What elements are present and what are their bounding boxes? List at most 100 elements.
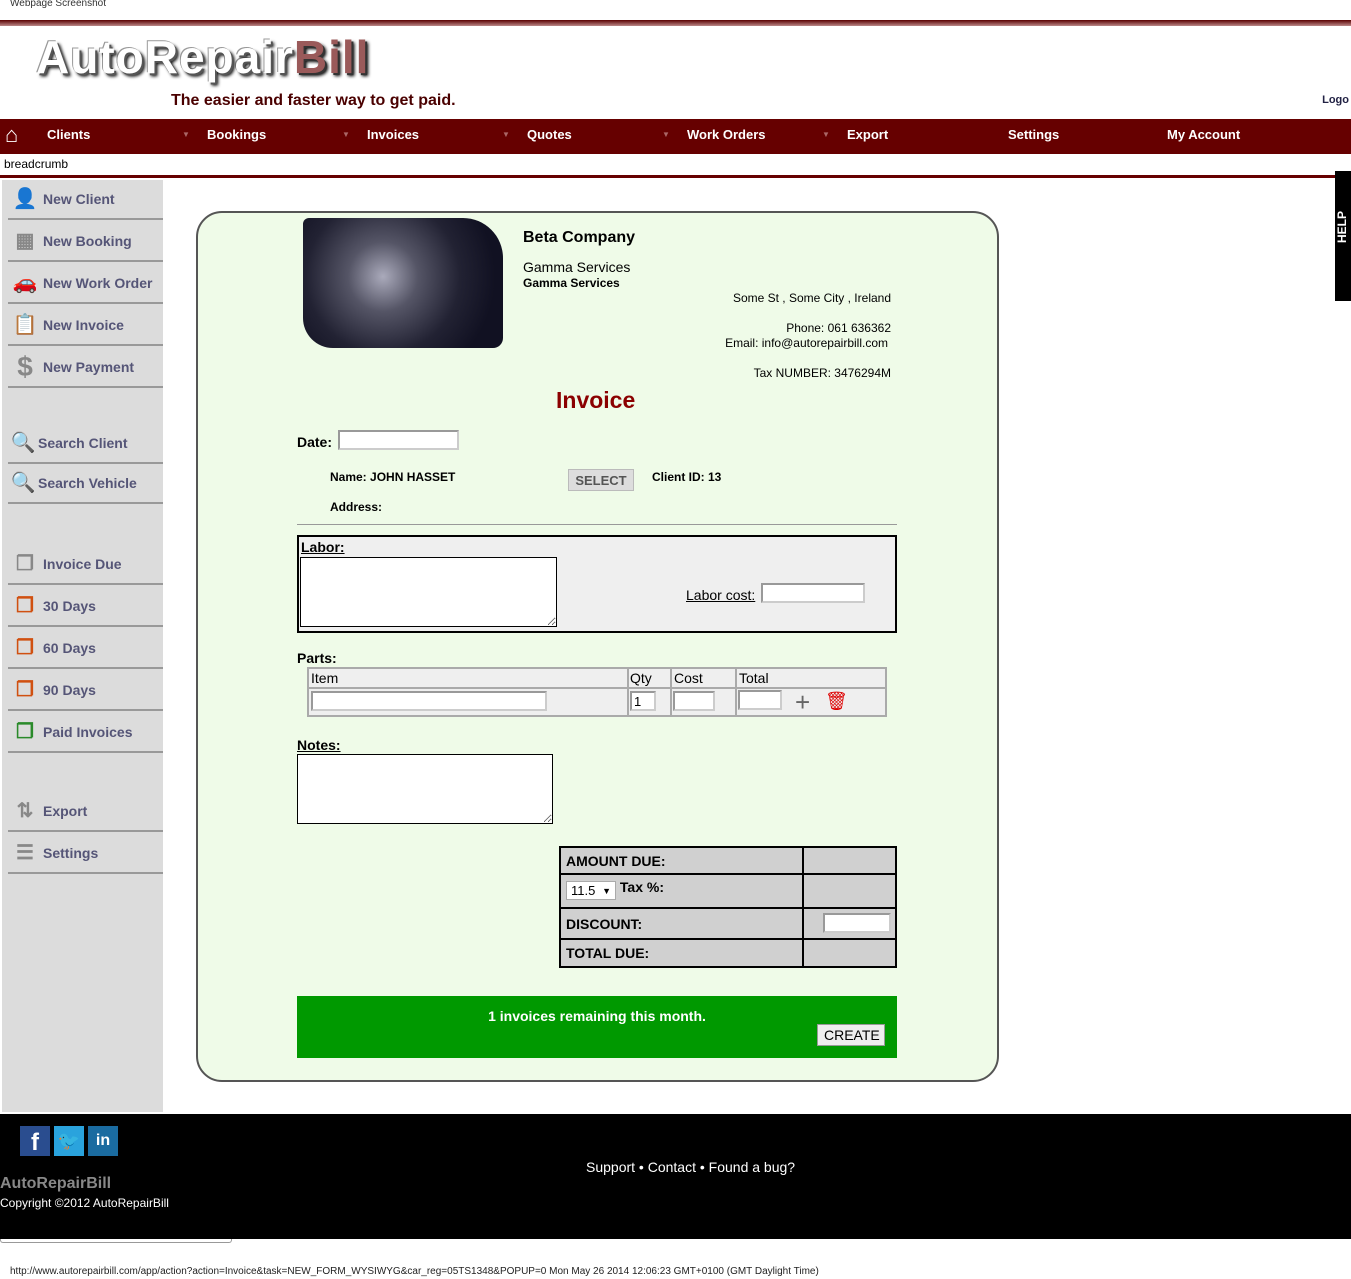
company-name: Beta Company [523,229,636,246]
col-header-total: Total [735,667,887,689]
trash-icon[interactable]: 🗑 [825,691,848,712]
date-input[interactable] [338,430,459,450]
sidebar-item-search-client[interactable]: 🔍 Search Client [8,424,163,464]
divider [0,175,1351,178]
nav-quotes[interactable]: Quotes [527,119,572,154]
sidebar-item-search-vehicle[interactable]: 🔍 Search Vehicle [8,464,163,504]
tax-select[interactable]: 11.5 ▼ [566,881,616,900]
sidebar-item-new-client[interactable]: 👤 New Client [8,180,163,220]
create-banner [297,996,897,1058]
bug-link[interactable]: Found a bug? [709,1159,795,1175]
sidebar: 👤 New Client ▦ New Booking 🚗 New Work Order… [2,180,163,1112]
parts-table: Item Qty Cost Total + 🗑 [307,667,887,717]
tax-select-value: 11.5 [571,883,596,898]
total-due-label: TOTAL DUE: [559,938,804,968]
sidebar-item-new-invoice[interactable]: 📋 New Invoice [8,306,163,346]
col-header-cost: Cost [670,667,737,689]
dropdown-arrow-icon[interactable]: ▼ [502,119,510,154]
part-item-input[interactable] [311,691,547,711]
select-client-button[interactable]: SELECT [568,469,634,491]
notes-textarea[interactable] [297,754,553,824]
table-row: + 🗑 [307,687,887,718]
labor-cost-input[interactable] [761,583,865,603]
status-url: http://www.autorepairbill.com/app/action… [10,1266,819,1277]
search-icon: 🔍 [10,472,36,494]
sidebar-item-30-days[interactable]: ❐ 30 Days [8,587,163,627]
company-email: Email: info@autorepairbill.com [725,336,888,350]
add-row-icon[interactable]: + [795,687,810,718]
divider [297,524,897,525]
amount-due-label: AMOUNT DUE: [559,846,804,875]
sidebar-item-90-days[interactable]: ❐ 90 Days [8,671,163,711]
sidebar-item-label: Paid Invoices [43,724,133,740]
sidebar-item-new-work-order[interactable]: 🚗 New Work Order [8,264,163,304]
logo-link[interactable]: Logo [1322,94,1349,106]
nav-invoices[interactable]: Invoices [367,119,419,154]
document-green-icon: ❐ [16,721,34,743]
sidebar-item-export[interactable]: ⇅ Export [8,792,163,832]
support-link[interactable]: Support [586,1159,635,1175]
part-qty-input[interactable] [630,691,656,711]
breadcrumb: breadcrumb [4,157,69,171]
contact-link[interactable]: Contact [648,1159,696,1175]
sidebar-item-label: Search Vehicle [38,475,137,491]
nav-settings[interactable]: Settings [1008,119,1059,154]
footer-brand: AutoRepairBill [0,1175,112,1192]
user-add-icon: 👤 [12,188,38,210]
nav-clients[interactable]: Clients [47,119,90,154]
capture-label: Webpage Screenshot [10,0,106,9]
company-line1: Gamma Services [523,259,631,275]
sidebar-item-new-payment[interactable]: $ New Payment [8,348,163,388]
scrollbar[interactable] [0,1239,232,1243]
client-id: Client ID: 13 [652,470,722,484]
part-cost-input[interactable] [673,691,715,711]
dropdown-arrow-icon[interactable]: ▼ [822,119,830,154]
sidebar-item-settings[interactable]: ☰ Settings [8,834,163,874]
facebook-icon[interactable]: f [20,1126,50,1156]
col-header-item: Item [307,667,629,689]
labor-textarea[interactable] [300,557,557,627]
discount-input[interactable] [823,913,891,933]
document-orange-icon: ❐ [16,595,34,617]
nav-bookings[interactable]: Bookings [207,119,266,154]
help-tab[interactable]: HELP [1335,171,1351,301]
sidebar-item-label: 90 Days [43,682,96,698]
remaining-invoices-text: 1 invoices remaining this month. [488,1008,706,1024]
document-orange-icon: ❐ [16,637,34,659]
twitter-icon[interactable]: 🐦 [54,1126,84,1156]
notes-label: Notes: [297,737,341,753]
tagline: The easier and faster way to get paid. [171,92,456,109]
document-gray-icon: ❐ [16,553,34,575]
create-button[interactable]: CREATE [817,1024,885,1046]
car-icon: 🚗 [12,272,38,294]
nav-export[interactable]: Export [847,119,888,154]
address-label: Address: [330,500,383,514]
date-label: Date: [297,434,333,450]
logo[interactable]: AutoRepairBill [36,30,369,84]
sidebar-item-label: New Work Order [43,275,153,291]
calendar-icon: ▦ [15,230,35,252]
sidebar-item-invoice-due[interactable]: ❐ Invoice Due [8,545,163,585]
dropdown-arrow-icon[interactable]: ▼ [662,119,670,154]
home-icon[interactable]: ⌂ [5,122,18,148]
sidebar-item-label: New Invoice [43,317,124,333]
dropdown-arrow-icon[interactable]: ▼ [182,119,190,154]
tax-label: Tax %: [619,879,664,895]
company-tax: Tax NUMBER: 3476294M [753,366,891,380]
linkedin-icon[interactable]: in [88,1126,118,1156]
logo-text: AutoRepair [36,31,294,83]
parts-label: Parts: [297,650,337,666]
labor-cost-label: Labor cost: [686,587,756,603]
col-header-qty: Qty [627,667,672,689]
sidebar-item-new-booking[interactable]: ▦ New Booking [8,222,163,262]
sidebar-item-label: New Client [43,191,115,207]
nav-work-orders[interactable]: Work Orders [687,119,766,154]
dropdown-arrow-icon[interactable]: ▼ [342,119,350,154]
sidebar-item-label: Settings [43,845,99,861]
sidebar-item-label: New Payment [43,359,135,375]
nav-my-account[interactable]: My Account [1167,119,1240,154]
engine-photo [303,218,503,348]
sidebar-item-60-days[interactable]: ❐ 60 Days [8,629,163,669]
sidebar-item-paid-invoices[interactable]: ❐ Paid Invoices [8,713,163,753]
sidebar-item-label: Invoice Due [43,556,122,572]
